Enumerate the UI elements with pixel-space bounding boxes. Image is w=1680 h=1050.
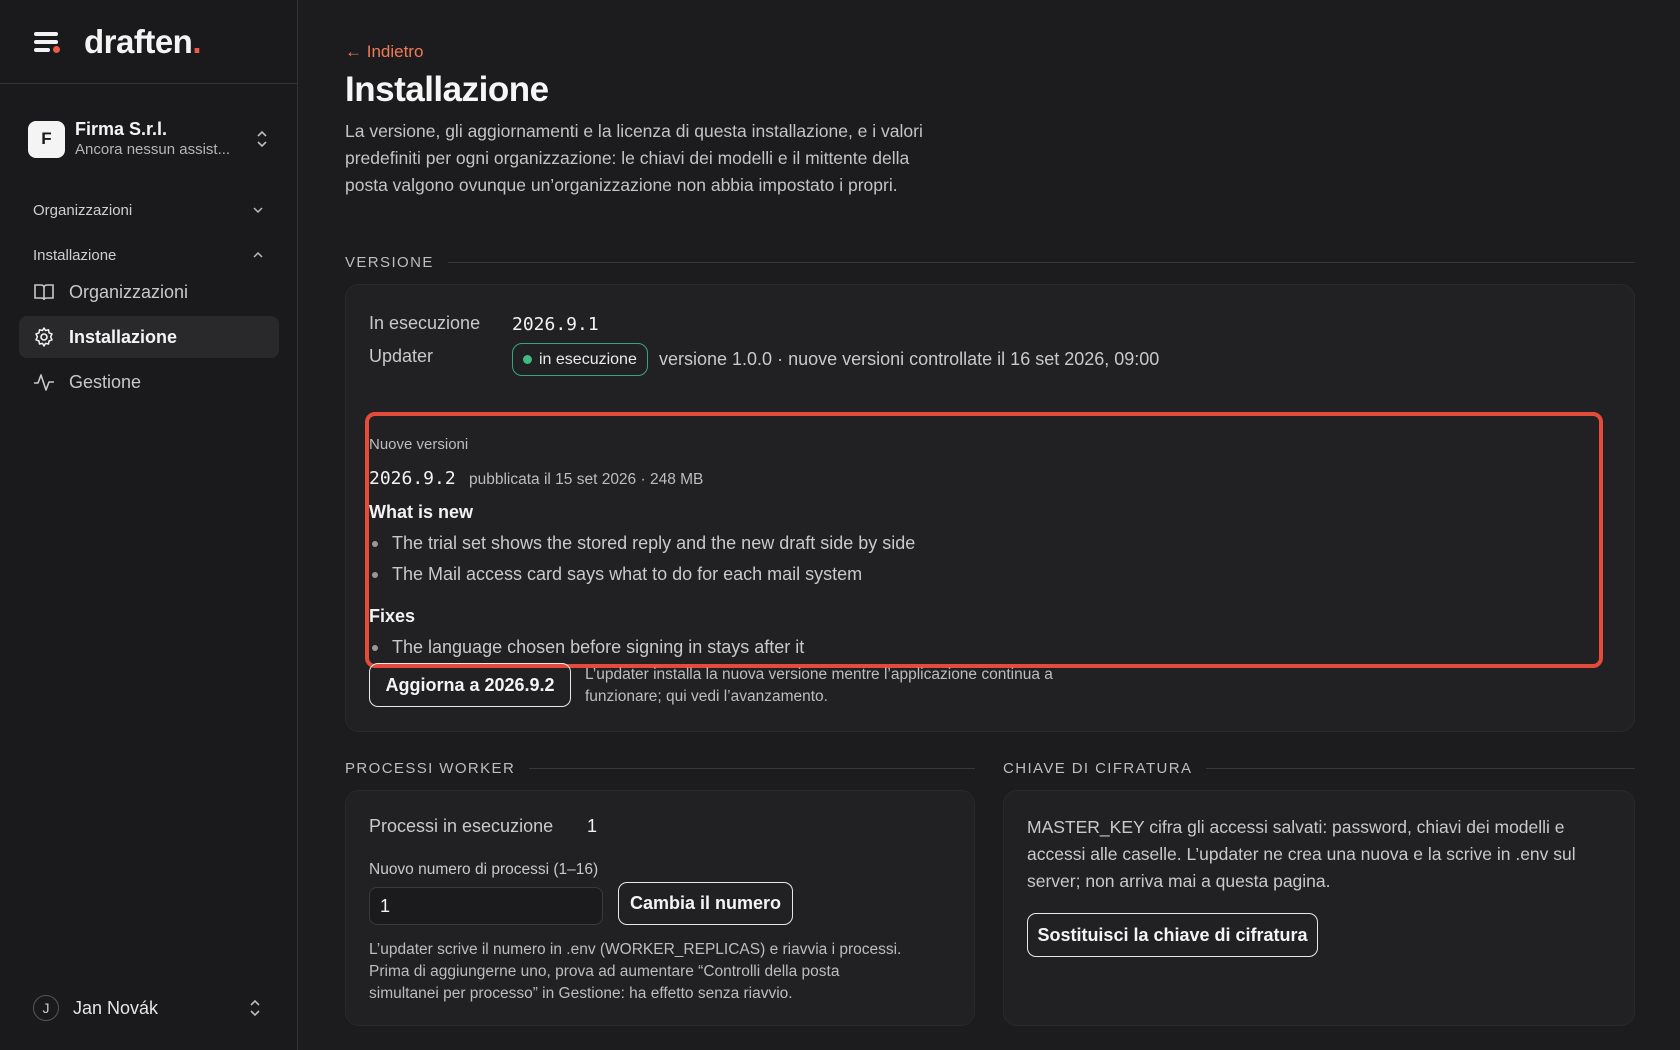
sidebar-item-gestione[interactable]: Gestione — [19, 361, 279, 403]
org-avatar: F — [28, 120, 65, 158]
status-dot-icon — [523, 355, 532, 364]
page-title: Installazione — [345, 70, 549, 109]
avatar: J — [33, 995, 59, 1021]
updater-label: Updater — [369, 346, 434, 366]
new-versions-label: Nuove versioni — [369, 436, 469, 453]
update-button[interactable]: Aggiorna a 2026.9.2 — [369, 663, 571, 707]
list-item: The language chosen before signing in st… — [369, 637, 804, 658]
status-badge: in esecuzione — [512, 343, 648, 376]
running-version: 2026.9.1 — [512, 314, 599, 335]
gear-icon — [35, 327, 53, 347]
nav-group-installazione[interactable]: Installazione — [33, 243, 263, 267]
chevron-up-icon — [253, 251, 263, 258]
workers-new-label: Nuovo numero di processi (1–16) — [369, 861, 599, 878]
sidebar-item-installazione[interactable]: Installazione — [19, 316, 279, 358]
nav-group-label: Organizzazioni — [33, 201, 133, 219]
section-version-header: VERSIONE — [345, 254, 1635, 271]
replace-key-button[interactable]: Sostituisci la chiave di cifratura — [1027, 913, 1318, 957]
logo: draften. — [84, 22, 202, 60]
chevron-updown-icon — [247, 999, 263, 1017]
version-card: In esecuzione 2026.9.1 Updater in esecuz… — [345, 284, 1635, 732]
section-encryption-header: CHIAVE DI CIFRATURA — [1003, 760, 1635, 777]
section-workers-header: PROCESSI WORKER — [345, 760, 975, 777]
chevron-updown-icon — [254, 130, 270, 148]
workers-running-value: 1 — [587, 816, 598, 836]
running-label: In esecuzione — [369, 313, 481, 333]
change-count-button[interactable]: Cambia il numero — [618, 882, 793, 925]
chevron-down-icon — [253, 207, 263, 214]
org-switcher[interactable]: F Firma S.r.l. Ancora nessun assist... — [28, 116, 270, 162]
workers-card: Processi in esecuzione 1 Nuovo numero di… — [345, 790, 975, 1026]
nav-group-organizzazioni[interactable]: Organizzazioni — [33, 198, 263, 222]
encryption-text: MASTER_KEY cifra gli accessi salvati: pa… — [1027, 817, 1576, 891]
sidebar-item-label: Gestione — [69, 371, 142, 392]
new-version-meta: pubblicata il 15 set 2026 · 248 MB — [469, 471, 704, 488]
org-name: Firma S.r.l. — [75, 119, 168, 139]
brand-bar: draften. — [0, 0, 297, 84]
updater-info: versione 1.0.0 · nuove versioni controll… — [659, 349, 1160, 369]
nav-group-label: Installazione — [33, 246, 117, 264]
book-icon — [34, 284, 54, 301]
new-version-number: 2026.9.2 — [369, 468, 456, 489]
list-item: The Mail access card says what to do for… — [369, 564, 862, 585]
sidebar-item-organizzazioni[interactable]: Organizzazioni — [19, 271, 279, 313]
org-subtitle: Ancora nessun assist... — [75, 141, 231, 158]
workers-count-input[interactable] — [369, 887, 603, 925]
user-name: Jan Novák — [73, 997, 159, 1018]
whats-new-heading: What is new — [369, 502, 474, 522]
workers-help: L’updater scrive il numero in .env (WORK… — [369, 941, 902, 1002]
menu-icon[interactable] — [32, 30, 60, 54]
sidebar-item-label: Installazione — [69, 326, 178, 347]
user-menu[interactable]: J Jan Novák — [33, 994, 263, 1022]
new-release-panel: Nuove versioni 2026.9.2 pubblicata il 15… — [365, 412, 1603, 668]
page-intro: La versione, gli aggiornamenti e la lice… — [345, 121, 923, 195]
fixes-heading: Fixes — [369, 606, 416, 626]
activity-icon — [34, 374, 54, 391]
sidebar-item-label: Organizzazioni — [69, 281, 189, 302]
workers-running-label: Processi in esecuzione — [369, 816, 554, 836]
update-help: L’updater installa la nuova versione men… — [585, 666, 1053, 705]
back-link[interactable]: ← Indietro — [345, 42, 423, 62]
sidebar: draften. F Firma S.r.l. Ancora nessun as… — [0, 0, 298, 1050]
encryption-card: MASTER_KEY cifra gli accessi salvati: pa… — [1003, 790, 1635, 1026]
list-item: The trial set shows the stored reply and… — [369, 533, 915, 554]
